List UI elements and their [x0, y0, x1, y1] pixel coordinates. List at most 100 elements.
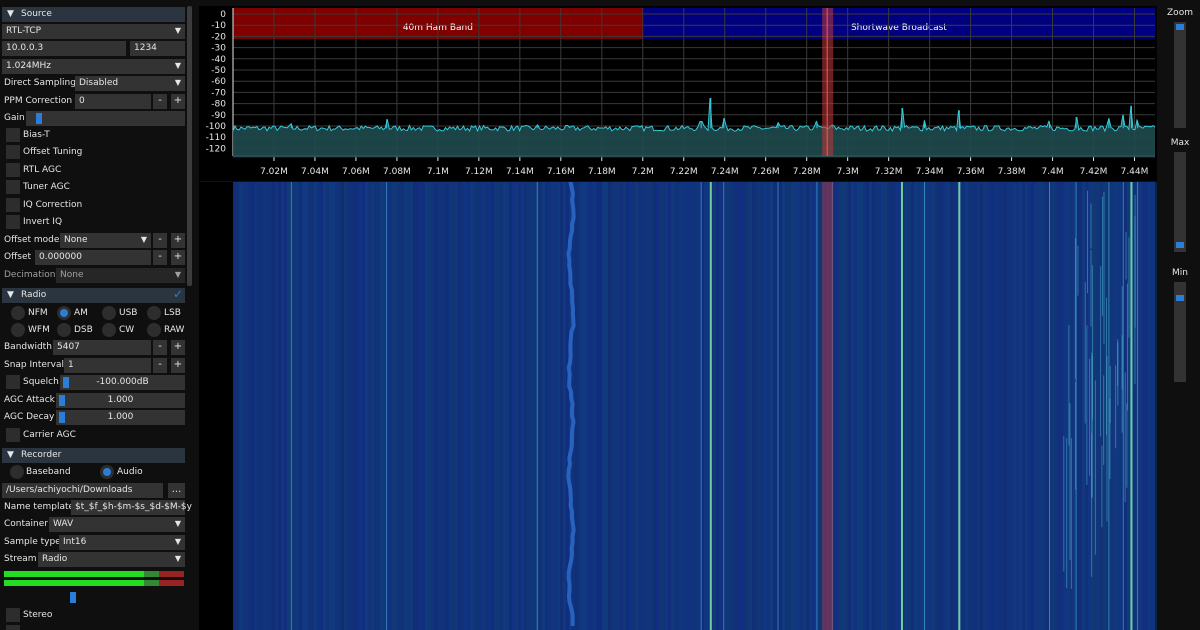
offset-mode-decrement-button[interactable]: -	[153, 233, 167, 248]
waterfall-texture	[515, 182, 518, 630]
iq-correction-checkbox[interactable]	[6, 197, 20, 212]
waterfall-texture	[440, 182, 443, 630]
sample-type-select[interactable]: Int16 ▼	[59, 535, 185, 550]
waterfall-texture	[635, 182, 638, 630]
direct-sampling-select[interactable]: Disabled ▼	[75, 76, 185, 91]
max-slider-handle[interactable]	[1176, 242, 1184, 248]
chevron-down-icon: ▼	[174, 554, 181, 563]
waterfall-carrier	[816, 182, 818, 630]
waterfall-texture	[500, 182, 503, 630]
waterfall-texture	[686, 182, 689, 630]
offset-increment-button[interactable]: +	[171, 250, 185, 265]
squelch-slider[interactable]: -100.000dB	[60, 375, 185, 390]
waterfall-texture	[509, 182, 512, 630]
ppm-correction-input[interactable]: 0	[75, 94, 151, 109]
snap-increment-button[interactable]: +	[171, 358, 185, 373]
waterfall-texture	[548, 182, 551, 630]
waterfall-texture	[809, 182, 812, 630]
ppm-increment-button[interactable]: +	[171, 94, 185, 109]
recording-folder-input[interactable]: /Users/achiyochi/Downloads	[2, 483, 163, 498]
sidebar-scrollbar[interactable]	[187, 6, 192, 286]
max-slider[interactable]	[1174, 152, 1186, 252]
snap-interval-input[interactable]: 1	[64, 358, 151, 373]
gain-slider[interactable]	[26, 111, 185, 126]
waterfall-texture	[605, 182, 608, 630]
agc-attack-slider[interactable]: 1.000	[56, 393, 185, 408]
waterfall-texture	[293, 182, 296, 630]
recorder-volume-slider[interactable]	[4, 590, 185, 605]
waterfall-texture	[464, 182, 467, 630]
bandwidth-decrement-button[interactable]: -	[153, 340, 167, 355]
source-section-header[interactable]: ▼ Source	[2, 7, 185, 22]
waterfall-texture	[887, 182, 890, 630]
snap-decrement-button[interactable]: -	[153, 358, 167, 373]
zoom-slider[interactable]	[1174, 22, 1186, 128]
ppm-decrement-button[interactable]: -	[153, 94, 167, 109]
waterfall-texture	[449, 182, 452, 630]
offset-mode-increment-button[interactable]: +	[171, 233, 185, 248]
waterfall-carrier	[777, 182, 779, 630]
fft-spectrum-plot[interactable]: 40m Ham Band Shortwave Broadcast 0 -10 -20 -3…	[199, 6, 1157, 181]
source-select[interactable]: RTL-TCP ▼	[2, 24, 185, 39]
agc-attack-label: AGC Attack	[4, 395, 55, 405]
bandwidth-input[interactable]: 5407	[53, 340, 151, 355]
waterfall-texture	[920, 182, 923, 630]
recorder-section-header[interactable]: ▼ Recorder	[2, 448, 185, 463]
offset-decrement-button[interactable]: -	[153, 250, 167, 265]
waterfall-texture	[1145, 182, 1148, 630]
waterfall-texture	[1082, 182, 1085, 630]
offset-input[interactable]: 0.000000	[35, 250, 151, 265]
waterfall-texture	[842, 182, 845, 630]
mode-raw-radio[interactable]	[147, 323, 161, 337]
decimation-select[interactable]: None ▼	[56, 268, 185, 283]
fft-svg[interactable]: 40m Ham Band Shortwave Broadcast0-10-20-3…	[199, 6, 1157, 181]
host-input[interactable]: 10.0.0.3	[2, 41, 126, 56]
zoom-slider-handle[interactable]	[1176, 24, 1184, 30]
baseband-radio[interactable]	[10, 465, 24, 479]
waterfall-texture	[443, 182, 446, 630]
container-select[interactable]: WAV ▼	[49, 517, 185, 532]
offset-tuning-checkbox[interactable]	[6, 145, 20, 160]
sample-rate-select[interactable]: 1.024MHz ▼	[2, 59, 185, 74]
waterfall-texture	[398, 182, 401, 630]
recorder-volume-handle[interactable]	[70, 592, 76, 603]
browse-folder-button[interactable]: ...	[168, 483, 185, 498]
rtl-agc-checkbox[interactable]	[6, 162, 20, 177]
waterfall-texture	[980, 182, 983, 630]
invert-iq-checkbox[interactable]	[6, 215, 20, 229]
bandwidth-increment-button[interactable]: +	[171, 340, 185, 355]
min-slider[interactable]	[1174, 282, 1186, 382]
stream-select[interactable]: Radio ▼	[38, 552, 185, 567]
waterfall-texture	[779, 182, 782, 630]
recorder-checkbox[interactable]	[6, 625, 20, 630]
min-slider-handle[interactable]	[1176, 294, 1184, 301]
waterfall-texture	[620, 182, 623, 630]
waterfall-display[interactable]	[199, 182, 1157, 630]
agc-decay-slider[interactable]: 1.000	[56, 410, 185, 425]
waterfall-texture	[239, 182, 242, 630]
name-template-input[interactable]: $t_$f_$h-$m-$s_$d-$M-$y	[71, 500, 192, 515]
waterfall-texture	[713, 182, 716, 630]
waterfall-texture	[896, 182, 899, 630]
waterfall-texture	[653, 182, 656, 630]
y-tick-label: -120	[206, 144, 227, 154]
waterfall-texture	[926, 182, 929, 630]
port-input[interactable]: 1234	[130, 41, 185, 56]
waterfall-carrier	[1122, 182, 1124, 630]
mode-lsb-radio[interactable]	[147, 306, 161, 320]
radio-section-header[interactable]: ▼ Radio ✓	[2, 287, 185, 303]
bias-t-checkbox[interactable]	[6, 128, 20, 142]
squelch-checkbox[interactable]	[6, 375, 20, 389]
waterfall-texture	[737, 182, 740, 630]
tuner-agc-checkbox[interactable]	[6, 180, 20, 195]
enabled-check-icon[interactable]: ✓	[173, 287, 183, 301]
stereo-checkbox[interactable]	[6, 608, 20, 622]
mode-raw-label: RAW	[164, 325, 185, 335]
waterfall-svg[interactable]	[199, 182, 1157, 630]
gain-slider-handle[interactable]	[36, 113, 42, 124]
waterfall-burst	[1134, 216, 1136, 385]
audio-radio[interactable]	[100, 465, 114, 479]
waterfall-burst	[1070, 438, 1072, 589]
carrier-agc-checkbox[interactable]	[6, 428, 20, 442]
offset-mode-select[interactable]: None ▼	[60, 233, 151, 248]
